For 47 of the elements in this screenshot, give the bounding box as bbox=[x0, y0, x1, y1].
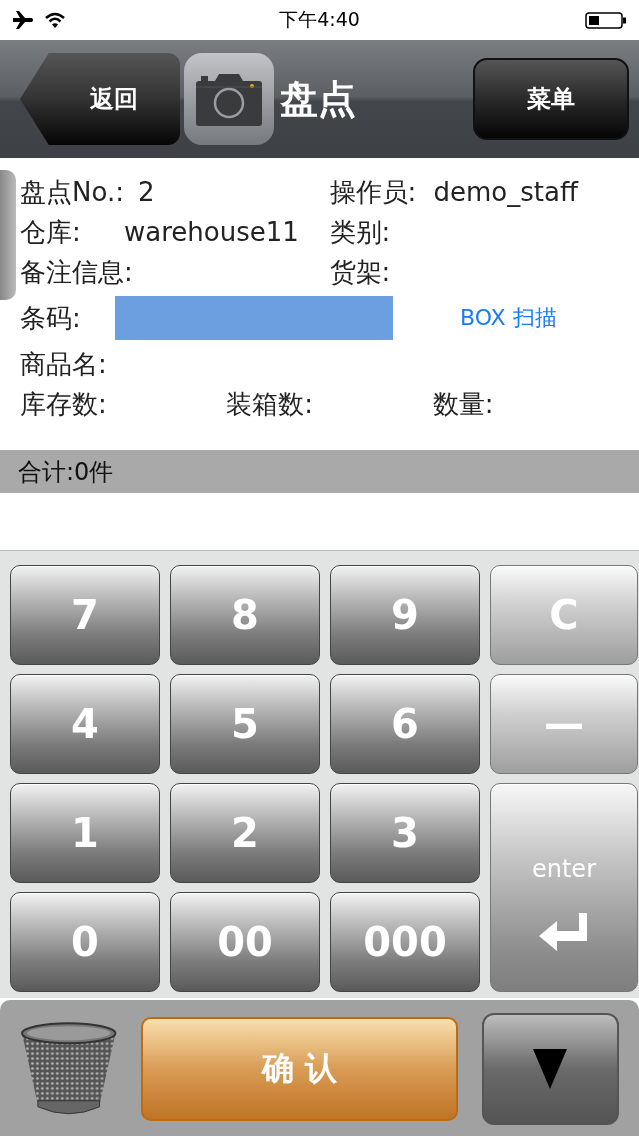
field-value: 2 bbox=[137, 177, 155, 207]
key-button[interactable]: 4 bbox=[10, 674, 160, 774]
field-label: 备注信息: bbox=[20, 255, 133, 289]
field-label: 操作员: bbox=[329, 175, 418, 209]
key-button[interactable]: 5 bbox=[170, 674, 320, 774]
camera-icon bbox=[195, 71, 263, 127]
back-button[interactable]: 返回 bbox=[20, 53, 180, 145]
field-label: 数量: bbox=[432, 387, 495, 421]
key-button[interactable]: 7 bbox=[10, 565, 160, 665]
menu-button[interactable]: 菜单 bbox=[473, 58, 629, 140]
collapse-button[interactable] bbox=[481, 1013, 619, 1125]
wifi-icon bbox=[44, 11, 66, 29]
field-label: 盘点No.: bbox=[20, 175, 124, 209]
field-value: demo_staff bbox=[433, 177, 578, 207]
key-button[interactable]: 6 bbox=[330, 674, 480, 774]
page-title: 盘点 bbox=[280, 75, 356, 123]
field-label: 商品名: bbox=[20, 347, 108, 381]
key-button[interactable]: 1 bbox=[10, 783, 160, 883]
down-triangle-icon bbox=[533, 1049, 568, 1089]
status-time: 下午4:40 bbox=[279, 7, 360, 32]
key-button[interactable]: 00 bbox=[170, 892, 320, 992]
key-button[interactable]: 9 bbox=[330, 565, 480, 665]
battery-icon bbox=[585, 10, 627, 30]
field-label: 条码: bbox=[20, 301, 81, 335]
key-button[interactable]: C bbox=[490, 565, 638, 665]
airplane-icon bbox=[12, 10, 34, 30]
barcode-field[interactable] bbox=[114, 296, 393, 340]
field-label: 仓库: bbox=[20, 215, 82, 249]
camera-button[interactable] bbox=[184, 53, 274, 145]
key-button[interactable]: — bbox=[490, 674, 638, 774]
key-button[interactable]: 000 bbox=[330, 892, 480, 992]
drawer-handle[interactable] bbox=[0, 170, 16, 300]
scan-link[interactable]: BOX 扫描 bbox=[460, 303, 557, 333]
return-arrow-icon bbox=[539, 912, 589, 951]
confirm-button[interactable]: 确 认 bbox=[141, 1017, 458, 1121]
key-button[interactable]: 0 bbox=[10, 892, 160, 992]
field-label: 类别: bbox=[329, 215, 392, 249]
key-button[interactable]: 3 bbox=[330, 783, 480, 883]
trash-bin-icon bbox=[20, 1021, 118, 1117]
key-button[interactable]: 8 bbox=[170, 565, 320, 665]
total-count: 合计:0件 bbox=[18, 456, 114, 488]
key-button[interactable]: 2 bbox=[170, 783, 320, 883]
enter-key[interactable]: enter bbox=[490, 783, 638, 992]
field-value: warehouse11 bbox=[124, 217, 299, 247]
field-label: 库存数: bbox=[20, 387, 108, 421]
field-label: 货架: bbox=[329, 255, 392, 289]
field-label: 装箱数: bbox=[226, 387, 315, 421]
